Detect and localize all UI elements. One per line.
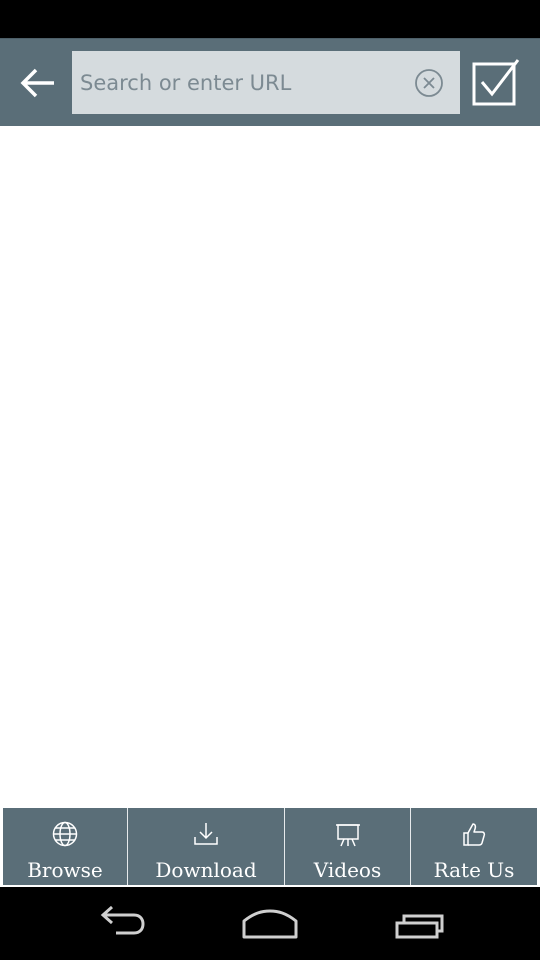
tab-label: Browse (27, 858, 103, 882)
arrow-left-icon (20, 68, 54, 98)
nav-back-icon (100, 905, 145, 935)
clear-button[interactable] (414, 68, 444, 98)
nav-recents-icon (395, 914, 444, 939)
nav-home-button[interactable] (240, 901, 300, 945)
browser-toolbar (0, 38, 540, 126)
nav-back-button[interactable] (90, 901, 150, 945)
tab-videos[interactable]: Videos (285, 808, 411, 885)
thumbs-up-icon (463, 823, 486, 846)
search-input[interactable] (72, 51, 402, 114)
screen: Browse Download Videos Rate Us (0, 0, 540, 960)
bottom-tab-bar: Browse Download Videos Rate Us (0, 806, 540, 887)
tab-label: Download (155, 858, 257, 882)
status-bar (0, 0, 540, 38)
nav-recents-button[interactable] (392, 901, 452, 945)
system-navigation-bar (0, 887, 540, 960)
tab-rate-us[interactable]: Rate Us (411, 808, 537, 885)
back-button[interactable] (12, 59, 64, 107)
checkbox-checked-icon (472, 59, 520, 106)
web-content-area[interactable] (0, 126, 540, 806)
tab-browse[interactable]: Browse (3, 808, 128, 885)
tab-label: Rate Us (433, 858, 515, 882)
go-button[interactable] (470, 56, 524, 110)
clear-circle-icon (415, 69, 443, 97)
tab-label: Videos (313, 858, 382, 882)
video-screen-icon (335, 824, 360, 847)
nav-home-icon (242, 909, 298, 939)
globe-icon (52, 821, 78, 847)
search-box (72, 51, 460, 114)
tab-download[interactable]: Download (128, 808, 285, 885)
download-icon (194, 823, 218, 845)
